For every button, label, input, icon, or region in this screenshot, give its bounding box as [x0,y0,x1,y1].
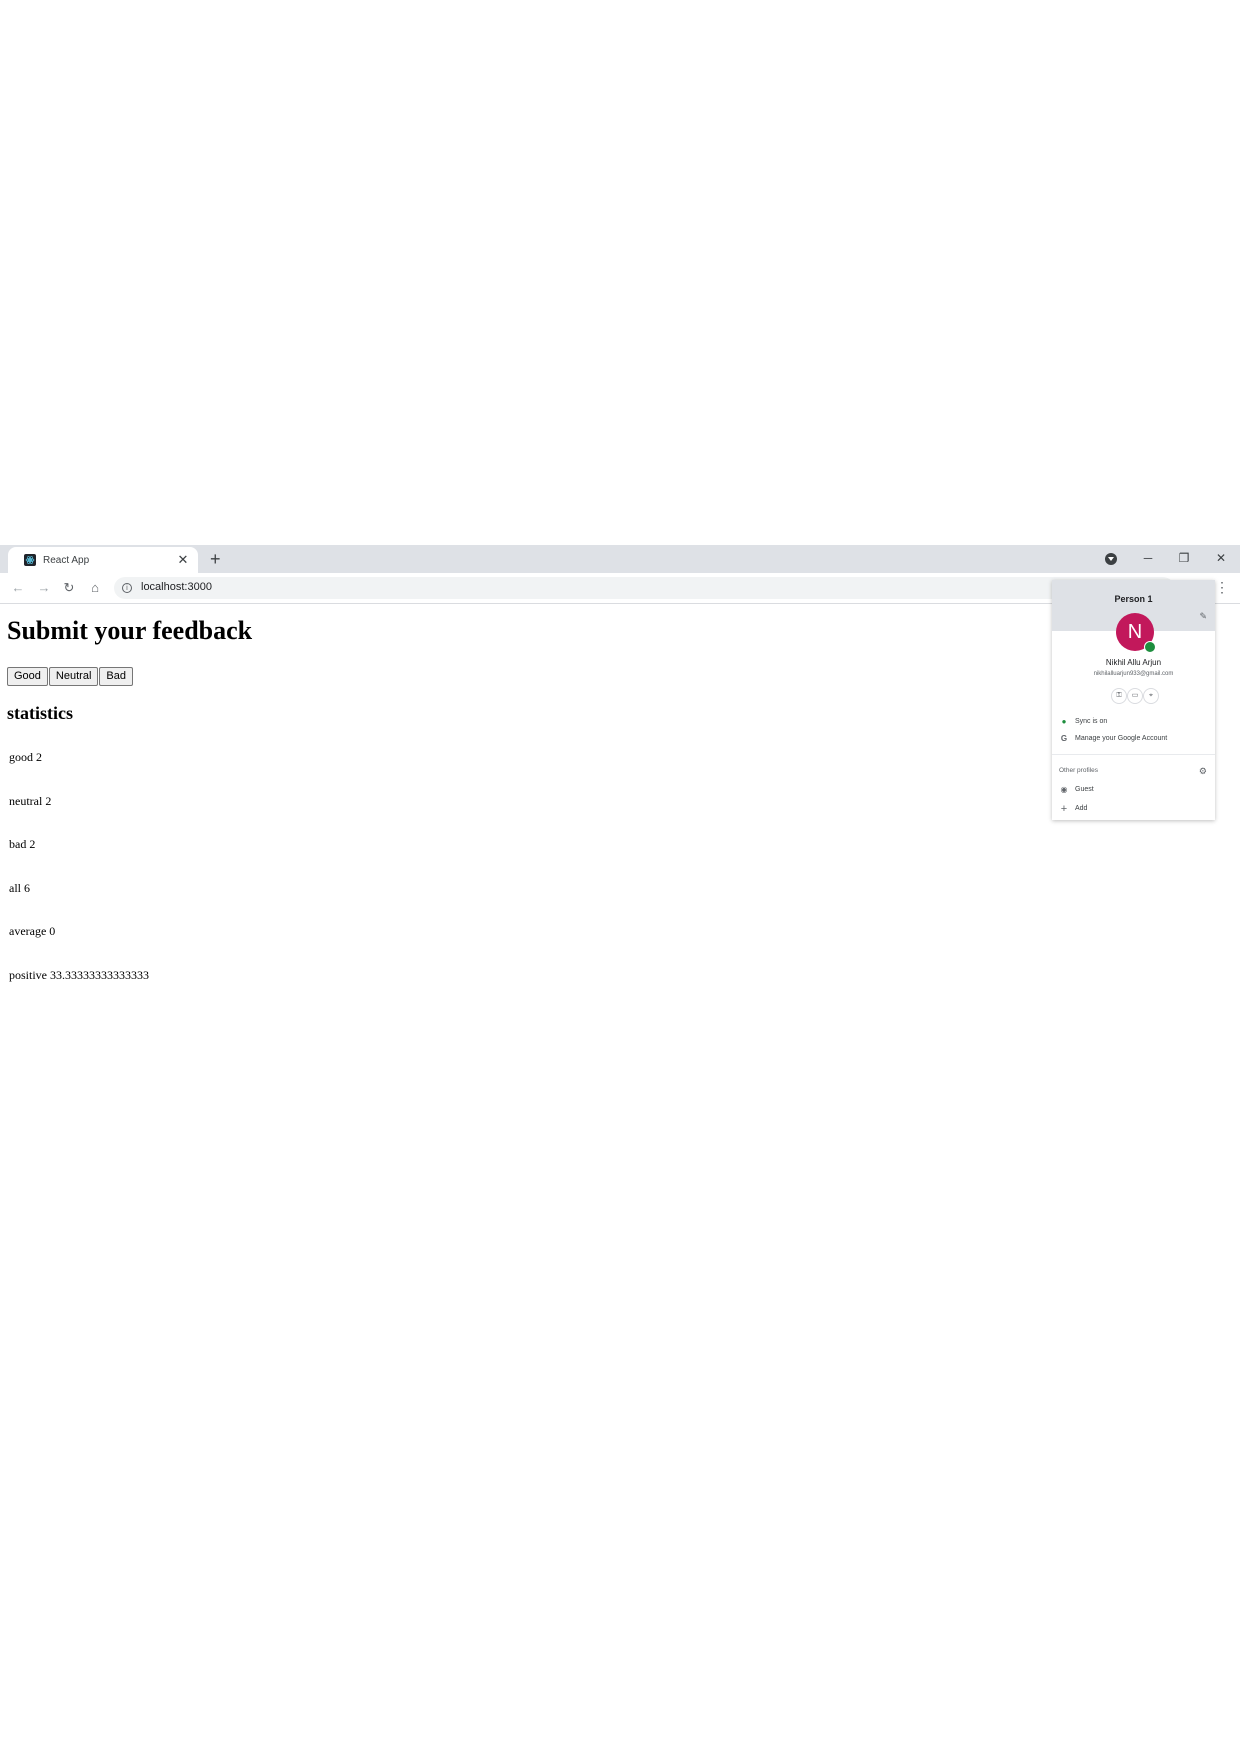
home-button[interactable]: ⌂ [87,580,103,596]
sync-icon: ● [1061,717,1067,726]
reload-button[interactable]: ↻ [61,580,77,596]
manage-account-link[interactable]: Manage your Google Account [1075,735,1167,742]
tab-react-app[interactable]: React App ✕ [8,547,198,573]
add-icon: + [1060,803,1068,815]
profile-popup: Person 1 ✎ N Nikhil Allu Arjun nikhilall… [1052,580,1215,820]
stat-all: all 6 [9,881,30,895]
gear-icon[interactable]: ⚙ [1199,766,1207,777]
profile-menu-icon[interactable] [1105,553,1117,565]
address-bar[interactable]: i localhost:3000 [114,577,1174,599]
avatar: N [1116,613,1156,653]
guest-icon: ◉ [1060,785,1068,794]
stat-good: good 2 [9,750,42,764]
react-favicon-icon [24,554,36,566]
edit-icon[interactable]: ✎ [1199,611,1207,622]
tab-strip: React App ✕ + ─ ❐ ✕ [0,545,1240,573]
divider [1052,754,1215,755]
feedback-buttons: Good Neutral Bad [7,667,134,686]
user-email: nikhilalluarjun933@gmail.com [1093,671,1174,677]
info-icon[interactable]: i [122,583,132,593]
add-profile[interactable]: Add [1075,805,1087,812]
minimize-button[interactable]: ─ [1138,549,1158,567]
maximize-button[interactable]: ❐ [1174,549,1194,567]
bad-button[interactable]: Bad [99,667,133,686]
stat-positive: positive 33.33333333333333 [9,968,149,982]
avatar-letter: N [1127,621,1143,643]
window-close-button[interactable]: ✕ [1211,549,1231,567]
browser-window: React App ✕ + ─ ❐ ✕ ← → ↻ ⌂ i localhost:… [0,545,1240,982]
tab-title: React App [43,554,90,566]
neutral-button[interactable]: Neutral [48,667,99,686]
stat-bad: bad 2 [9,837,36,851]
sync-status[interactable]: Sync is on [1075,718,1107,725]
new-tab-button[interactable]: + [210,549,221,569]
profile-title: Person 1 [1114,594,1153,604]
good-button[interactable]: Good [7,667,48,686]
card-icon[interactable]: ▭ [1127,688,1143,704]
key-icon[interactable]: ⚿ [1111,688,1127,704]
other-profiles-label: Other profiles [1059,767,1099,774]
location-icon[interactable]: ⌖ [1143,688,1159,704]
guest-profile[interactable]: Guest [1075,786,1094,793]
url-text[interactable]: localhost:3000 [141,581,212,593]
browser-menu-icon[interactable]: ⋮ [1215,579,1229,595]
stat-average: average 0 [9,924,56,938]
user-name: Nikhil Allu Arjun [1105,658,1162,667]
sync-badge-icon [1144,641,1156,653]
back-button[interactable]: ← [10,580,26,596]
forward-button[interactable]: → [36,580,52,596]
google-icon: G [1060,734,1068,743]
statistics-heading: statistics [7,703,73,723]
page-title: Submit your feedback [7,616,253,645]
stat-neutral: neutral 2 [9,794,52,808]
tab-close-icon[interactable]: ✕ [176,553,190,567]
